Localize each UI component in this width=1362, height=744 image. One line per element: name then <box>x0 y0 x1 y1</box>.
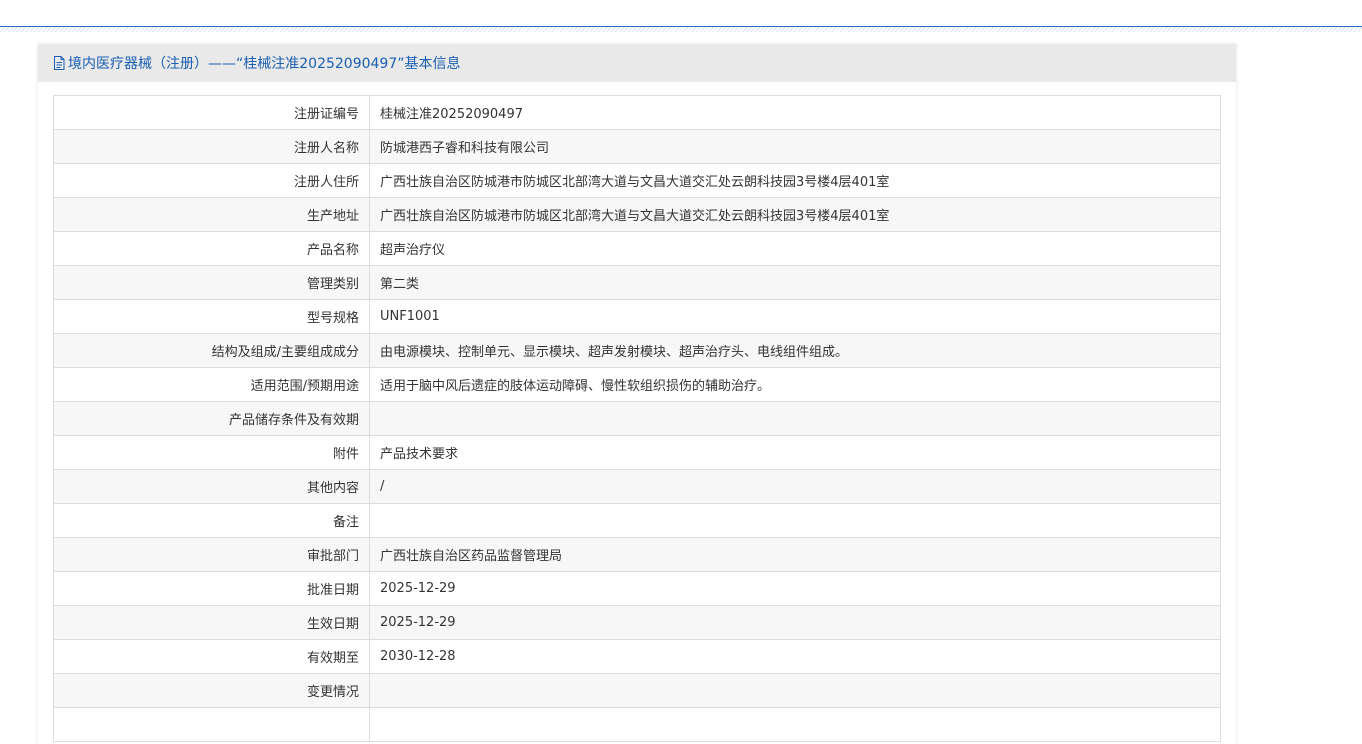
table-row: 备注 <box>53 503 1221 538</box>
row-value: / <box>369 469 1221 504</box>
row-value: 防城港西子睿和科技有限公司 <box>369 129 1221 164</box>
row-value <box>369 673 1221 708</box>
document-icon <box>53 56 65 70</box>
row-value: 广西壮族自治区药品监督管理局 <box>369 537 1221 572</box>
table-row: 适用范围/预期用途 适用于脑中风后遗症的肢体运动障碍、慢性软组织损伤的辅助治疗。 <box>53 367 1221 402</box>
row-label: 审批部门 <box>53 537 370 572</box>
row-value: 由电源模块、控制单元、显示模块、超声发射模块、超声治疗头、电线组件组成。 <box>369 333 1221 368</box>
table-row: 审批部门 广西壮族自治区药品监督管理局 <box>53 537 1221 572</box>
table-row: 管理类别 第二类 <box>53 265 1221 300</box>
row-label: 产品名称 <box>53 231 370 266</box>
row-value: UNF1001 <box>369 299 1221 334</box>
table-row: 产品储存条件及有效期 <box>53 401 1221 436</box>
row-label: 生产地址 <box>53 197 370 232</box>
table-row: 生效日期 2025-12-29 <box>53 605 1221 640</box>
row-value: 桂械注准20252090497 <box>369 95 1221 130</box>
row-label: 产品储存条件及有效期 <box>53 401 370 436</box>
row-label: 型号规格 <box>53 299 370 334</box>
table-row: 有效期至 2030-12-28 <box>53 639 1221 674</box>
row-value: 产品技术要求 <box>369 435 1221 470</box>
basic-info-table: 注册证编号 桂械注准20252090497 注册人名称 防城港西子睿和科技有限公… <box>53 95 1221 742</box>
row-value <box>369 401 1221 436</box>
table-row: 型号规格 UNF1001 <box>53 299 1221 334</box>
top-hatch-band <box>0 27 1362 32</box>
row-value: 2025-12-29 <box>369 605 1221 640</box>
page-title: 境内医疗器械（注册）——“桂械注准20252090497”基本信息 <box>68 56 461 72</box>
table-row: 变更情况 <box>53 673 1221 708</box>
table-row: 注册证编号 桂械注准20252090497 <box>53 95 1221 130</box>
row-value: 2025-12-29 <box>369 571 1221 606</box>
table-row: 批准日期 2025-12-29 <box>53 571 1221 606</box>
row-value: 第二类 <box>369 265 1221 300</box>
row-label: 适用范围/预期用途 <box>53 367 370 402</box>
row-label: 其他内容 <box>53 469 370 504</box>
row-value: 广西壮族自治区防城港市防城区北部湾大道与文昌大道交汇处云朗科技园3号楼4层401… <box>369 163 1221 198</box>
row-value <box>369 503 1221 538</box>
row-label: 注册证编号 <box>53 95 370 130</box>
row-value: 超声治疗仪 <box>369 231 1221 266</box>
row-label: 结构及组成/主要组成成分 <box>53 333 370 368</box>
row-value: 2030-12-28 <box>369 639 1221 674</box>
table-row: 注册人名称 防城港西子睿和科技有限公司 <box>53 129 1221 164</box>
row-label: 有效期至 <box>53 639 370 674</box>
table-row: 产品名称 超声治疗仪 <box>53 231 1221 266</box>
row-label: 备注 <box>53 503 370 538</box>
row-label: 注册人住所 <box>53 163 370 198</box>
row-label: 生效日期 <box>53 605 370 640</box>
panel-header: 境内医疗器械（注册）——“桂械注准20252090497”基本信息 <box>38 44 1236 82</box>
table-row: 生产地址 广西壮族自治区防城港市防城区北部湾大道与文昌大道交汇处云朗科技园3号楼… <box>53 197 1221 232</box>
row-value: 适用于脑中风后遗症的肢体运动障碍、慢性软组织损伤的辅助治疗。 <box>369 367 1221 402</box>
row-label: 附件 <box>53 435 370 470</box>
row-label: 注册人名称 <box>53 129 370 164</box>
table-row: 其他内容 / <box>53 469 1221 504</box>
row-label: 管理类别 <box>53 265 370 300</box>
table-row: 附件 产品技术要求 <box>53 435 1221 470</box>
table-row: 注册人住所 广西壮族自治区防城港市防城区北部湾大道与文昌大道交汇处云朗科技园3号… <box>53 163 1221 198</box>
row-label: 批准日期 <box>53 571 370 606</box>
detail-panel: 境内医疗器械（注册）——“桂械注准20252090497”基本信息 注册证编号 … <box>38 44 1236 744</box>
row-label: 变更情况 <box>53 673 370 708</box>
table-row: 结构及组成/主要组成成分 由电源模块、控制单元、显示模块、超声发射模块、超声治疗… <box>53 333 1221 368</box>
row-value: 广西壮族自治区防城港市防城区北部湾大道与文昌大道交汇处云朗科技园3号楼4层401… <box>369 197 1221 232</box>
